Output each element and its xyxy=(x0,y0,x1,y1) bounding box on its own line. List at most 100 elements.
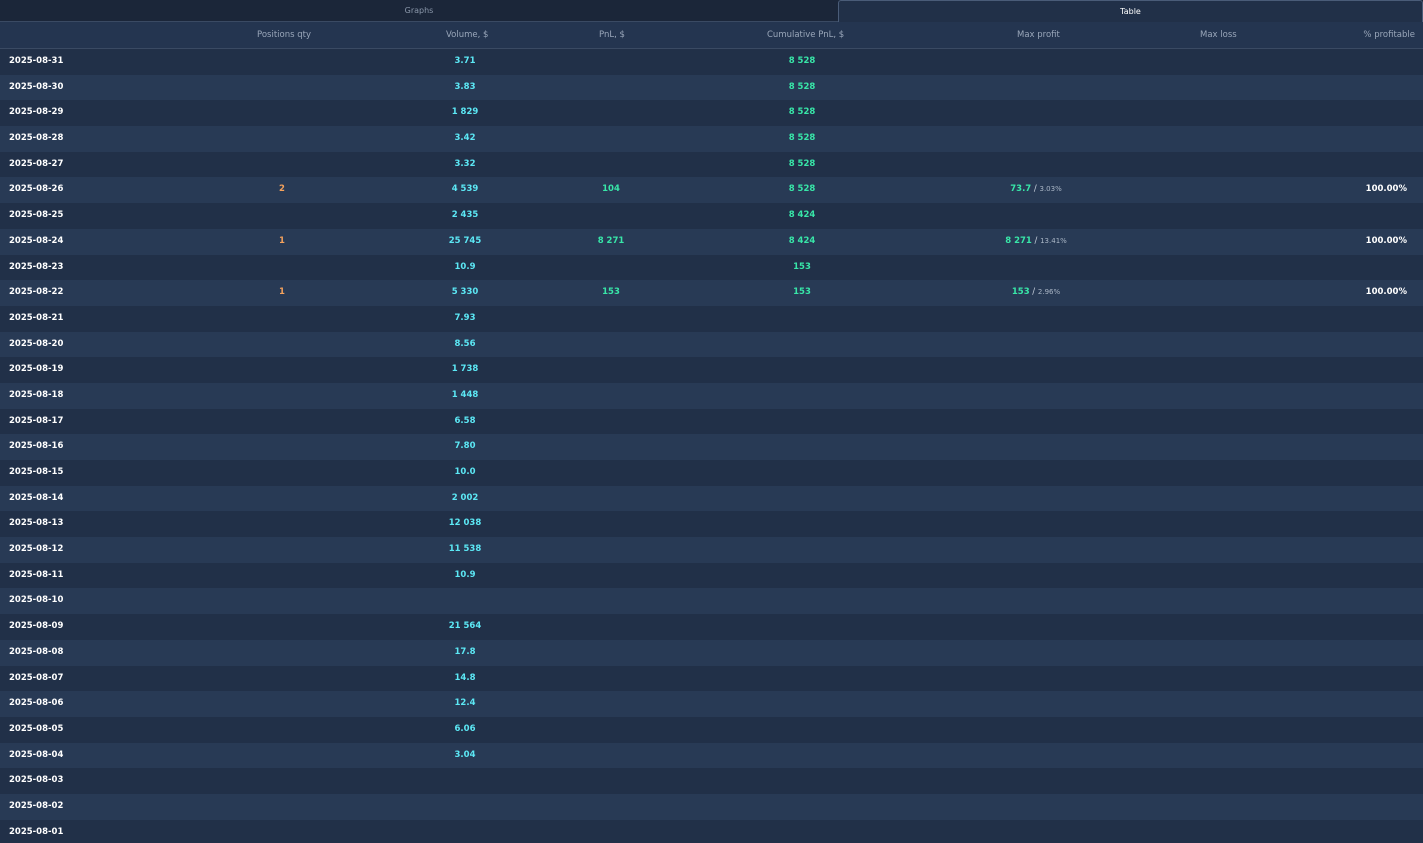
row-cumulative-pnl: 8 528 xyxy=(788,158,816,169)
row-date: 2025-08-05 xyxy=(9,723,64,734)
table-row[interactable]: 2025-08-16 7.80 xyxy=(0,434,1423,460)
row-cumulative-pnl: 8 424 xyxy=(788,210,816,221)
row-volume: 1 738 xyxy=(451,364,479,375)
row-date: 2025-08-22 xyxy=(9,287,64,298)
row-date: 2025-08-23 xyxy=(9,261,64,272)
header-volume[interactable]: Volume, $ xyxy=(446,22,488,49)
row-date: 2025-08-01 xyxy=(9,826,64,837)
row-max-profit-percent: 2.96% xyxy=(1037,288,1061,297)
row-volume: 4 539 xyxy=(451,184,479,195)
row-volume: 10.9 xyxy=(454,261,476,272)
row-max-profit-value: 8 271 xyxy=(1005,235,1032,246)
row-date: 2025-08-17 xyxy=(9,415,64,426)
table-row[interactable]: 2025-08-31 3.71 8 528 xyxy=(0,49,1423,75)
row-date: 2025-08-04 xyxy=(9,749,64,760)
header-max-profit[interactable]: Max profit xyxy=(1017,22,1060,49)
table-row[interactable]: 2025-08-27 3.32 8 528 xyxy=(0,151,1423,178)
header-cumulative-pnl[interactable]: Cumulative PnL, $ xyxy=(767,22,844,49)
table-row[interactable]: 2025-08-28 3.42 8 528 xyxy=(0,126,1423,152)
header-max-loss[interactable]: Max loss xyxy=(1200,22,1237,49)
table-row[interactable]: 2025-08-07 14.8 xyxy=(0,665,1423,692)
table-row[interactable]: 2025-08-01 xyxy=(0,819,1423,843)
table-row[interactable]: 2025-08-18 1 448 xyxy=(0,382,1423,409)
view-tabs: Graphs Table xyxy=(0,0,1423,22)
row-max-profit: 73.7 / 3.03% xyxy=(1010,177,1062,203)
row-volume: 6.06 xyxy=(454,723,476,734)
row-max-profit-percent: 13.41% xyxy=(1040,236,1067,245)
table-row[interactable]: 2025-08-02 xyxy=(0,793,1423,820)
row-max-profit: 8 271 / 13.41% xyxy=(1005,229,1067,255)
table-row[interactable]: 2025-08-13 12 038 xyxy=(0,511,1423,538)
tab-table[interactable]: Table xyxy=(838,0,1423,22)
row-volume: 1 829 xyxy=(451,107,479,118)
row-max-profit-separator: / xyxy=(1029,287,1038,298)
row-date: 2025-08-12 xyxy=(9,544,64,555)
row-volume: 3.42 xyxy=(454,133,476,144)
row-date: 2025-08-07 xyxy=(9,672,64,683)
row-date: 2025-08-16 xyxy=(9,441,64,452)
table-row[interactable]: 2025-08-14 2 002 xyxy=(0,485,1423,512)
row-pnl: 104 xyxy=(602,184,620,195)
table-row[interactable]: 2025-08-30 3.83 8 528 xyxy=(0,74,1423,101)
table-row[interactable]: 2025-08-15 10.0 xyxy=(0,460,1423,486)
table-row[interactable]: 2025-08-11 10.9 xyxy=(0,562,1423,589)
row-pct-profitable: 100.00% xyxy=(1365,184,1407,195)
table-row[interactable]: 2025-08-04 3.04 xyxy=(0,742,1423,769)
row-volume: 10.0 xyxy=(454,467,476,477)
row-volume: 2 002 xyxy=(451,492,479,503)
row-max-profit-percent: 3.03% xyxy=(1039,185,1062,194)
table-row[interactable]: 2025-08-26 2 4 539 104 8 528 73.7 / 3.03% 100.… xyxy=(0,177,1423,204)
table-row[interactable]: 2025-08-21 7.93 xyxy=(0,305,1423,332)
row-date: 2025-08-29 xyxy=(9,107,64,118)
row-cumulative-pnl: 8 528 xyxy=(788,133,816,144)
row-cumulative-pnl: 153 xyxy=(793,261,811,272)
row-volume: 21 564 xyxy=(448,621,482,632)
header-positions-qty[interactable]: Positions qty xyxy=(257,22,311,49)
row-cumulative-pnl: 8 528 xyxy=(788,107,816,118)
row-volume: 3.32 xyxy=(454,158,476,169)
row-date: 2025-08-28 xyxy=(9,133,64,144)
table-body: 2025-08-31 3.71 8 528 2025-08-30 3.83 8 528 20… xyxy=(0,49,1423,843)
header-pnl[interactable]: PnL, $ xyxy=(599,22,625,49)
table-row[interactable]: 2025-08-20 8.56 xyxy=(0,331,1423,358)
table-row[interactable]: 2025-08-29 1 829 8 528 xyxy=(0,100,1423,127)
row-volume: 5 330 xyxy=(451,287,479,298)
row-volume: 3.83 xyxy=(454,81,476,92)
row-date: 2025-08-08 xyxy=(9,646,64,657)
table-row[interactable]: 2025-08-22 1 5 330 153 153 153 / 2.96% 100.00% xyxy=(0,280,1423,306)
row-date: 2025-08-25 xyxy=(9,210,64,221)
row-volume: 12.4 xyxy=(454,698,476,709)
table-row[interactable]: 2025-08-06 12.4 xyxy=(0,691,1423,717)
row-volume: 1 448 xyxy=(451,389,479,400)
row-date: 2025-08-19 xyxy=(9,364,64,375)
table-row[interactable]: 2025-08-19 1 738 xyxy=(0,357,1423,383)
tab-graphs[interactable]: Graphs xyxy=(0,0,838,22)
table-row[interactable]: 2025-08-10 xyxy=(0,588,1423,615)
row-pnl: 153 xyxy=(602,287,620,298)
row-date: 2025-08-11 xyxy=(9,569,64,580)
row-volume: 17.8 xyxy=(454,646,476,657)
table-row[interactable]: 2025-08-08 17.8 xyxy=(0,639,1423,666)
row-cumulative-pnl: 153 xyxy=(793,287,811,298)
table-row[interactable]: 2025-08-24 1 25 745 8 271 8 424 8 271 / 13.41… xyxy=(0,228,1423,255)
row-cumulative-pnl: 8 528 xyxy=(788,56,816,66)
row-volume: 10.9 xyxy=(454,569,476,580)
row-date: 2025-08-18 xyxy=(9,389,64,400)
row-date: 2025-08-26 xyxy=(9,184,64,195)
table-row[interactable]: 2025-08-23 10.9 153 xyxy=(0,254,1423,281)
row-max-profit-value: 73.7 xyxy=(1010,184,1032,195)
table-row[interactable]: 2025-08-12 11 538 xyxy=(0,537,1423,563)
row-date: 2025-08-31 xyxy=(9,56,64,66)
row-date: 2025-08-24 xyxy=(9,235,64,246)
row-volume: 7.93 xyxy=(454,312,476,323)
row-volume: 3.71 xyxy=(454,56,476,66)
row-date: 2025-08-10 xyxy=(9,595,64,606)
header-pct-profitable[interactable]: % profitable xyxy=(1363,22,1415,49)
table-row[interactable]: 2025-08-09 21 564 xyxy=(0,614,1423,640)
row-volume: 12 038 xyxy=(448,518,482,529)
row-volume: 6.58 xyxy=(454,415,476,426)
table-row[interactable]: 2025-08-17 6.58 xyxy=(0,408,1423,435)
table-row[interactable]: 2025-08-25 2 435 8 424 xyxy=(0,203,1423,229)
table-row[interactable]: 2025-08-05 6.06 xyxy=(0,716,1423,743)
table-row[interactable]: 2025-08-03 xyxy=(0,768,1423,794)
